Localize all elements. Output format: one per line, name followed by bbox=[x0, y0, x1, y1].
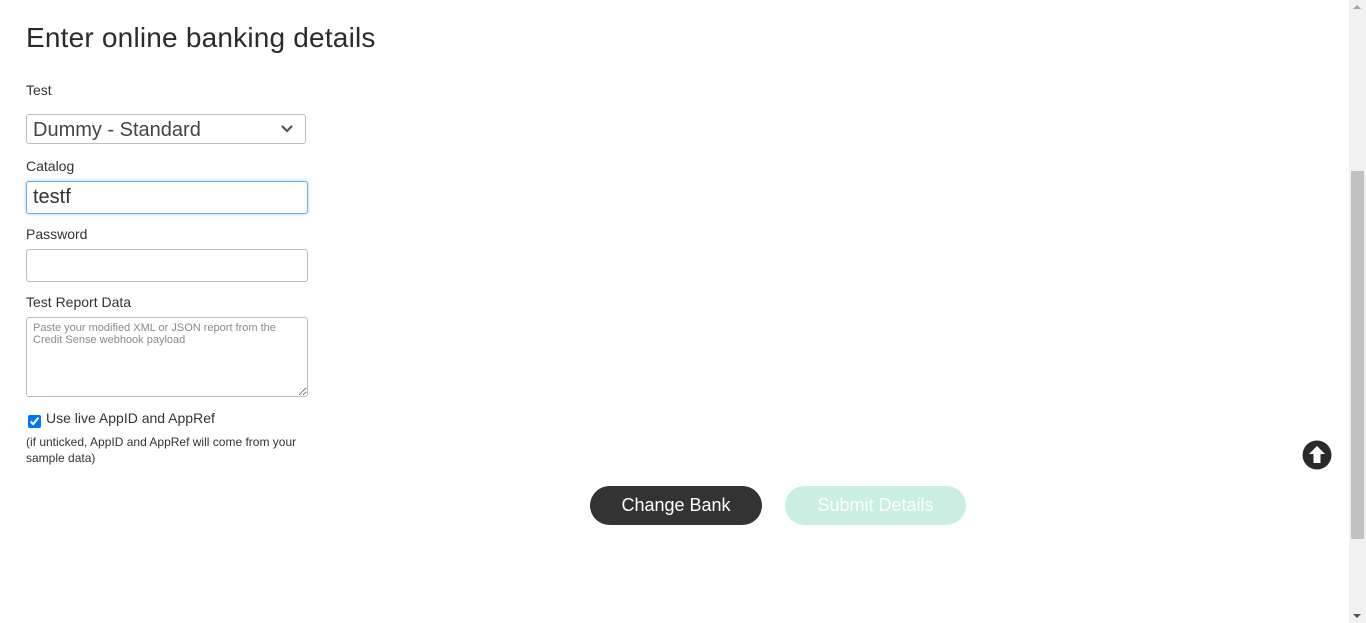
test-select[interactable]: Dummy - Standard bbox=[26, 114, 306, 144]
live-appid-hint: (if unticked, AppID and AppRef will come… bbox=[26, 435, 297, 465]
catalog-input[interactable] bbox=[26, 181, 308, 214]
password-input[interactable] bbox=[26, 249, 308, 282]
test-label: Test bbox=[26, 82, 52, 98]
use-live-appid-label[interactable]: Use live AppID and AppRef bbox=[46, 410, 215, 426]
test-report-textarea[interactable] bbox=[26, 317, 308, 397]
vertical-scrollbar[interactable] bbox=[1349, 0, 1366, 623]
scroll-up-arrow-icon[interactable] bbox=[1353, 5, 1361, 9]
arrow-up-circle-icon[interactable] bbox=[1302, 440, 1332, 470]
change-bank-button[interactable]: Change Bank bbox=[590, 486, 762, 525]
scrollbar-thumb[interactable] bbox=[1351, 171, 1364, 539]
scroll-down-arrow-icon[interactable] bbox=[1353, 614, 1361, 618]
test-select-value: Dummy - Standard bbox=[33, 119, 201, 141]
page-title: Enter online banking details bbox=[26, 22, 376, 53]
chevron-down-icon bbox=[281, 125, 293, 133]
use-live-appid-checkbox[interactable] bbox=[28, 415, 41, 428]
test-report-label: Test Report Data bbox=[26, 294, 132, 310]
catalog-label: Catalog bbox=[26, 158, 75, 174]
password-label: Password bbox=[26, 226, 88, 242]
page: Enter online banking details Test Dummy … bbox=[0, 0, 1366, 623]
submit-details-button[interactable]: Submit Details bbox=[785, 486, 966, 525]
